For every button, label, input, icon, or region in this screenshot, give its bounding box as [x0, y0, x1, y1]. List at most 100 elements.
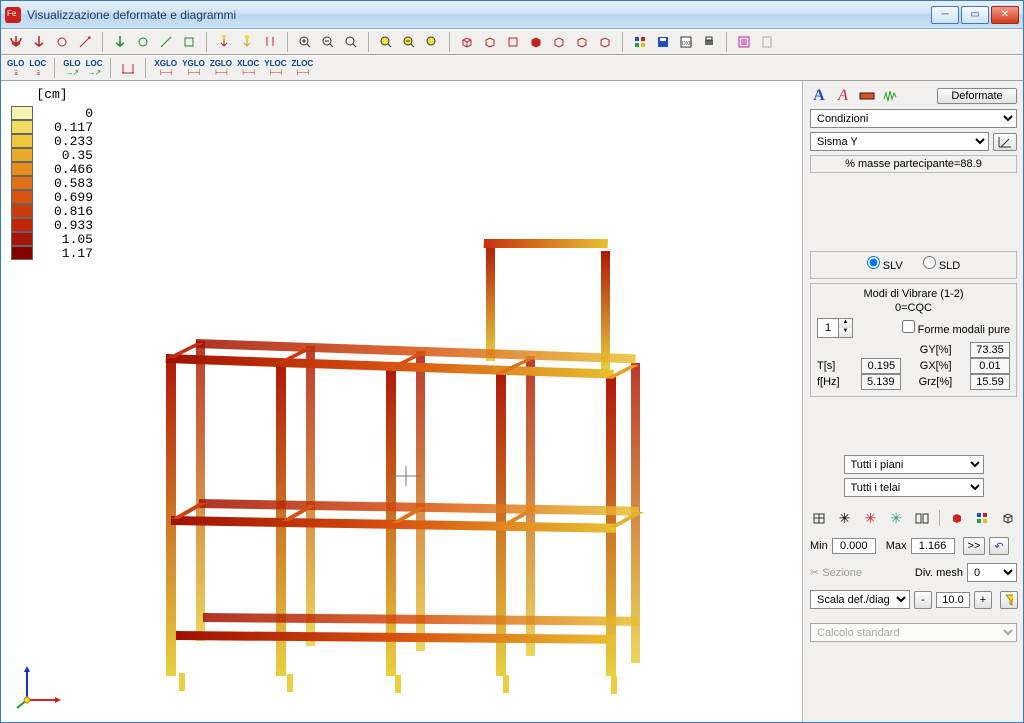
condizioni-select[interactable]: Condizioni — [810, 109, 1017, 128]
masse-status: % masse partecipante=88.9 — [810, 155, 1017, 173]
minimize-button[interactable]: ─ — [931, 6, 959, 24]
legend-row: 1.17 — [11, 246, 93, 260]
legend-row: 0.466 — [11, 162, 93, 176]
anchor-green-2[interactable] — [134, 33, 152, 51]
anchor-icon-4[interactable] — [76, 33, 94, 51]
grz-value: 15.59 — [970, 374, 1010, 390]
anchor-icon-2[interactable] — [30, 33, 48, 51]
export-dxf-icon[interactable]: DXF — [677, 33, 695, 51]
slv-radio[interactable]: SLV — [867, 256, 903, 272]
cube-icon-3[interactable] — [504, 33, 522, 51]
loc-toggle-1[interactable]: LOC፧፧፧ — [29, 59, 46, 77]
mode-icon-wave[interactable] — [882, 87, 900, 105]
two-frames-icon[interactable] — [913, 509, 931, 527]
report-icon — [758, 33, 776, 51]
cube-icon-5[interactable] — [550, 33, 568, 51]
filter-icon[interactable] — [1000, 591, 1018, 609]
maximize-button[interactable]: ▭ — [961, 6, 989, 24]
deformed-frame-graphic — [141, 181, 671, 701]
zoom-in-icon[interactable] — [296, 33, 314, 51]
anchor-icon-1[interactable] — [7, 33, 25, 51]
anchor-green-4[interactable] — [180, 33, 198, 51]
close-button[interactable]: ✕ — [991, 6, 1019, 24]
colors-grid-icon[interactable] — [973, 509, 991, 527]
forme-checkbox[interactable]: Forme modali pure — [902, 320, 1010, 336]
app-icon — [5, 7, 21, 23]
anchor-green-3[interactable] — [157, 33, 175, 51]
limit-state-group: SLV SLD — [810, 251, 1017, 279]
properties-icon[interactable] — [735, 33, 753, 51]
yloc-toggle[interactable]: YLOC⊢⊣ — [264, 59, 286, 77]
save-icon[interactable] — [654, 33, 672, 51]
divmesh-select[interactable]: 0 — [967, 563, 1017, 582]
telai-select[interactable]: Tutti i telai — [844, 478, 984, 497]
graph-mode-icon[interactable] — [993, 133, 1017, 151]
star-red-icon[interactable]: ✳ — [862, 509, 880, 527]
legend-row: 0.699 — [11, 190, 93, 204]
viewport-3d[interactable]: [cm] 00.1170.2330.350.4660.5830.6990.816… — [1, 81, 803, 722]
deformate-button[interactable]: Deformate — [937, 88, 1017, 104]
titlebar: Visualizzazione deformate e diagrammi ─ … — [1, 1, 1023, 29]
yglo-toggle[interactable]: YGLO⊢⊣ — [182, 59, 205, 77]
anchor-green-1[interactable] — [111, 33, 129, 51]
zoom-out-icon[interactable] — [319, 33, 337, 51]
cube-icon-7[interactable] — [596, 33, 614, 51]
star-teal-icon[interactable]: ✳ — [887, 509, 905, 527]
zloc-toggle[interactable]: ZLOC⊢⊣ — [292, 59, 314, 77]
cube-icon-2[interactable] — [481, 33, 499, 51]
max-input[interactable] — [911, 538, 955, 554]
undo-range-button[interactable]: ↶ — [989, 537, 1008, 555]
glo-toggle-1[interactable]: GLO፧፧፧ — [7, 59, 24, 77]
mode-number-spinner[interactable]: ▲▼ — [817, 318, 853, 338]
print-icon[interactable] — [700, 33, 718, 51]
color-legend: [cm] 00.1170.2330.350.4660.5830.6990.816… — [11, 87, 93, 260]
f-value: 5.139 — [861, 374, 901, 390]
zoom-yellow-3[interactable] — [423, 33, 441, 51]
legend-row: 0.233 — [11, 134, 93, 148]
piani-select[interactable]: Tutti i piani — [844, 455, 984, 474]
anchor-icon-3[interactable] — [53, 33, 71, 51]
min-input[interactable] — [832, 538, 876, 554]
sld-radio[interactable]: SLD — [923, 256, 960, 272]
cube-icon-1[interactable] — [458, 33, 476, 51]
cube-red-icon[interactable] — [948, 509, 966, 527]
sisma-select[interactable]: Sisma Y — [810, 132, 989, 151]
view-frame-icon[interactable] — [810, 509, 828, 527]
arrow-yellow-down[interactable] — [238, 33, 256, 51]
zoom-yellow-1[interactable] — [377, 33, 395, 51]
sezione-label: ✂ Sezione — [810, 566, 862, 579]
max-label: Max — [886, 540, 907, 552]
mode-icon-A-red[interactable]: A — [834, 87, 852, 105]
scala-input[interactable] — [936, 592, 970, 608]
gy-label: GY[%] — [920, 344, 952, 356]
arrow-both-icon[interactable] — [261, 33, 279, 51]
T-value: 0.195 — [861, 358, 901, 374]
scala-minus-button[interactable]: - — [914, 591, 932, 609]
cube-wire-icon[interactable] — [999, 509, 1017, 527]
loc-toggle-2[interactable]: LOC→↗ — [86, 59, 103, 77]
legend-row: 1.05 — [11, 232, 93, 246]
xloc-toggle[interactable]: XLOC⊢⊣ — [237, 59, 259, 77]
legend-row: 0.933 — [11, 218, 93, 232]
star-black-icon[interactable]: ✳ — [836, 509, 854, 527]
arrow-red-down[interactable] — [215, 33, 233, 51]
mode-icon-A-blue[interactable]: A — [810, 87, 828, 105]
side-panel: A A Deformate Condizioni Sisma Y % masse… — [803, 81, 1023, 722]
modi-group: Modi di Vibrare (1-2) 0=CQC ▲▼ Forme mod… — [810, 283, 1017, 397]
scala-plus-button[interactable]: + — [974, 591, 992, 609]
cube-icon-red[interactable] — [527, 33, 545, 51]
zoom-fit-icon[interactable] — [342, 33, 360, 51]
glo-toggle-2[interactable]: GLO→↗ — [63, 59, 80, 77]
legend-row: 0.816 — [11, 204, 93, 218]
mode-icon-beam[interactable] — [858, 87, 876, 105]
grid-toggle-icon[interactable] — [631, 33, 649, 51]
apply-range-button[interactable]: >> — [963, 537, 986, 555]
f-label: f[Hz] — [817, 376, 843, 388]
dimension-icon[interactable] — [119, 59, 137, 77]
zoom-yellow-2[interactable] — [400, 33, 418, 51]
scala-select[interactable]: Scala def./diag. — [810, 590, 910, 609]
xglo-toggle[interactable]: XGLO⊢⊣ — [154, 59, 177, 77]
cube-icon-6[interactable] — [573, 33, 591, 51]
T-label: T[s] — [817, 360, 843, 372]
zglo-toggle[interactable]: ZGLO⊢⊣ — [210, 59, 232, 77]
